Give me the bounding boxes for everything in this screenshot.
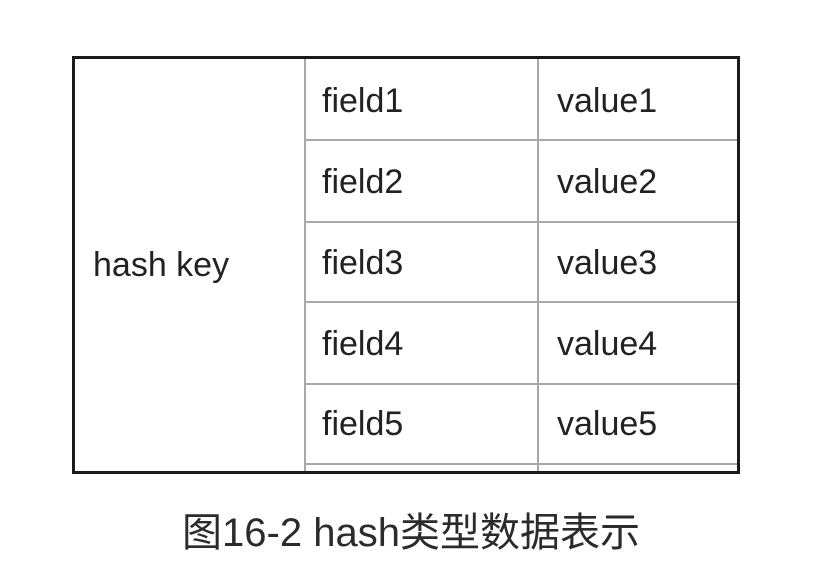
field-cell: field5 <box>322 405 404 443</box>
hash-table: hash key field1 value1 field2 value2 fie… <box>72 56 740 474</box>
field-value-divider <box>537 59 539 474</box>
figure-caption: 图16-2 hash类型数据表示 <box>182 511 640 555</box>
row-divider <box>306 463 737 465</box>
value-cell: value5 <box>557 405 658 443</box>
value-cell: value1 <box>557 82 658 120</box>
field-cell: field1 <box>322 82 404 120</box>
field-cell: field2 <box>322 163 404 201</box>
row-divider <box>306 301 737 303</box>
table-bottom-border <box>72 471 740 474</box>
value-cell: value3 <box>557 244 658 282</box>
value-cell: value2 <box>557 163 658 201</box>
row-divider <box>306 139 737 141</box>
row-divider <box>306 221 737 223</box>
value-cell: value4 <box>557 325 658 363</box>
row-divider <box>306 383 737 385</box>
field-cell: field4 <box>322 325 404 363</box>
hash-key-cell: hash key <box>75 59 306 474</box>
field-cell: field3 <box>322 244 404 282</box>
hash-key-label: hash key <box>93 246 230 284</box>
